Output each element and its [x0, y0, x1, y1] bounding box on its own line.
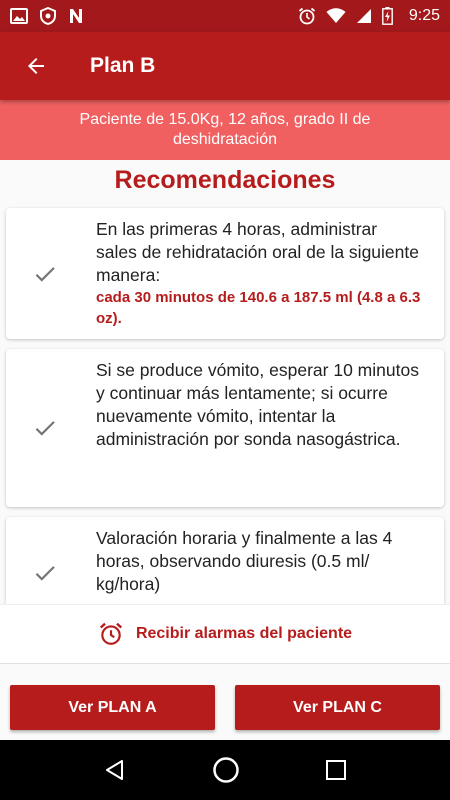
recommendation-dose: cada 30 minutos de 140.6 a 187.5 ml (4.8…: [96, 289, 421, 327]
section-title: Recomendaciones: [114, 166, 336, 194]
patient-banner-text: Paciente de 15.0Kg, 12 años, grado II de…: [79, 111, 371, 148]
wifi-icon: [326, 8, 346, 23]
check-icon: [35, 421, 55, 436]
system-nav-bar: [0, 740, 450, 800]
n-app-icon: [70, 9, 82, 23]
nav-home-icon[interactable]: [212, 756, 240, 784]
battery-charging-icon: [381, 7, 393, 25]
back-button[interactable]: [0, 32, 72, 100]
plan-buttons: Ver PLAN A Ver PLAN C: [0, 664, 450, 740]
signal-icon: [356, 9, 371, 23]
status-bar: 9:25: [0, 0, 450, 32]
status-time: 9:25: [408, 7, 440, 24]
recommendation-card: Si se produce vómito, esperar 10 minutos…: [6, 349, 444, 507]
app-bar: Plan B: [0, 32, 450, 100]
shield-icon: [40, 7, 56, 25]
alarm-icon: [298, 7, 315, 25]
nav-back-icon[interactable]: [103, 758, 127, 782]
view-plan-a-button[interactable]: Ver PLAN A: [10, 685, 215, 730]
recommendation-body: En las primeras 4 horas, administrar sal…: [96, 219, 419, 285]
alarm-clock-icon: [99, 622, 123, 645]
status-left-icons: [10, 7, 84, 25]
recommendations-list[interactable]: En las primeras 4 horas, administrar sal…: [0, 206, 450, 604]
arrow-back-icon: [28, 58, 44, 74]
recommendation-text: Si se produce vómito, esperar 10 minutos…: [96, 360, 419, 449]
recommendation-card: En las primeras 4 horas, administrar sal…: [6, 208, 444, 339]
alarm-label: Recibir alarmas del paciente: [135, 625, 353, 642]
check-icon: [35, 566, 55, 581]
status-right-icons: 9:25: [298, 7, 440, 25]
recommendation-card: Valoración horaria y finalmente a las 4 …: [6, 517, 444, 604]
page-title: Plan B: [90, 54, 156, 77]
recommendation-text: En las primeras 4 horas, administrar sal…: [96, 218, 422, 329]
patient-banner: Paciente de 15.0Kg, 12 años, grado II de…: [0, 100, 450, 160]
nav-recents-icon[interactable]: [325, 759, 347, 781]
alarm-button[interactable]: Recibir alarmas del paciente: [0, 604, 450, 664]
image-icon: [10, 8, 28, 24]
check-icon: [35, 267, 55, 282]
recommendation-text: Valoración horaria y finalmente a las 4 …: [96, 528, 393, 594]
view-plan-c-button[interactable]: Ver PLAN C: [235, 685, 440, 730]
